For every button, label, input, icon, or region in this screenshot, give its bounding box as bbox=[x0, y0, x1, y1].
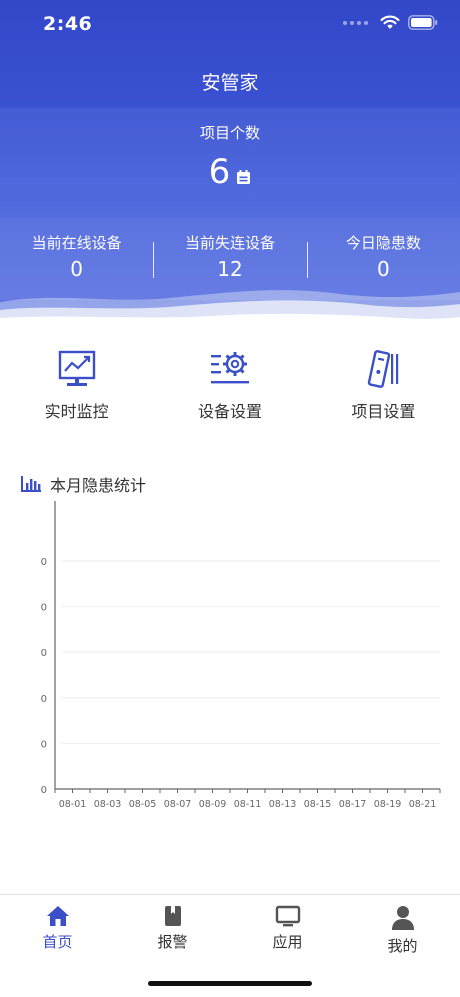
y-tick-label: 0 bbox=[41, 648, 47, 659]
x-tick-label: 08-09 bbox=[199, 799, 227, 810]
tab-label: 首页 bbox=[0, 931, 115, 952]
alarm-book-icon bbox=[161, 905, 185, 927]
x-tick-label: 08-15 bbox=[304, 799, 332, 810]
signal-dots-icon bbox=[343, 21, 368, 25]
stat-value: 12 bbox=[153, 257, 306, 281]
tab-mine[interactable]: 我的 bbox=[345, 895, 460, 997]
hazard-line-chart: 0 0 0 0 0 0 08-01 08-03 08-05 08-07 08-09 08-11 08-1… bbox=[0, 495, 460, 815]
x-tick-label: 08-13 bbox=[269, 799, 297, 810]
status-icons bbox=[343, 15, 438, 30]
x-tick-label: 08-07 bbox=[164, 799, 192, 810]
stat-today-hazards[interactable]: 今日隐患数 0 bbox=[307, 232, 460, 288]
device-settings-button[interactable]: 设备设置 bbox=[153, 350, 306, 422]
bar-chart-icon bbox=[20, 475, 42, 493]
home-icon bbox=[46, 905, 70, 927]
status-time: 2:46 bbox=[43, 13, 92, 35]
monthly-hazard-section-title: 本月隐患统计 bbox=[20, 472, 146, 496]
stat-value: 0 bbox=[0, 257, 153, 281]
header-wave bbox=[0, 284, 460, 330]
wifi-icon bbox=[380, 15, 400, 30]
monitor-icon bbox=[275, 905, 301, 927]
stat-offline-devices[interactable]: 当前失连设备 12 bbox=[153, 232, 306, 288]
y-tick-label: 0 bbox=[41, 785, 47, 796]
project-count[interactable]: 6 bbox=[0, 152, 460, 192]
quick-action-label: 设备设置 bbox=[153, 398, 306, 422]
gear-settings-icon bbox=[210, 350, 250, 388]
x-tick-label: 08-03 bbox=[94, 799, 122, 810]
device-stats: 当前在线设备 0 当前失连设备 12 今日隐患数 0 bbox=[0, 232, 460, 288]
y-tick-label: 0 bbox=[41, 694, 47, 705]
y-tick-label: 0 bbox=[41, 739, 47, 750]
monitor-chart-icon bbox=[57, 350, 97, 388]
stat-label: 当前失连设备 bbox=[153, 232, 306, 253]
tab-label: 我的 bbox=[345, 935, 460, 956]
calendar-icon bbox=[236, 170, 251, 185]
user-icon bbox=[391, 905, 415, 931]
tab-label: 报警 bbox=[115, 931, 230, 952]
x-tick-label: 08-21 bbox=[409, 799, 437, 810]
stat-label: 今日隐患数 bbox=[307, 232, 460, 253]
tab-label: 应用 bbox=[230, 931, 345, 952]
project-card-icon bbox=[363, 350, 403, 388]
x-tick-label: 08-19 bbox=[374, 799, 402, 810]
x-tick-label: 08-01 bbox=[59, 799, 87, 810]
page-title: 安管家 bbox=[0, 68, 460, 95]
tab-home[interactable]: 首页 bbox=[0, 895, 115, 997]
x-tick-label: 08-17 bbox=[339, 799, 367, 810]
stat-online-devices[interactable]: 当前在线设备 0 bbox=[0, 232, 153, 288]
section-title-text: 本月隐患统计 bbox=[50, 472, 146, 496]
y-tick-label: 0 bbox=[41, 557, 47, 568]
quick-actions: 实时监控 设备设置 bbox=[0, 350, 460, 422]
project-count-value: 6 bbox=[209, 152, 231, 192]
y-tick-label: 0 bbox=[41, 603, 47, 614]
project-count-label: 项目个数 bbox=[0, 122, 460, 143]
battery-icon bbox=[408, 15, 438, 30]
home-indicator bbox=[148, 981, 312, 986]
x-tick-label: 08-11 bbox=[234, 799, 262, 810]
stat-value: 0 bbox=[307, 257, 460, 281]
realtime-monitor-button[interactable]: 实时监控 bbox=[0, 350, 153, 422]
project-settings-button[interactable]: 项目设置 bbox=[307, 350, 460, 422]
quick-action-label: 实时监控 bbox=[0, 398, 153, 422]
quick-action-label: 项目设置 bbox=[307, 398, 460, 422]
x-tick-label: 08-05 bbox=[129, 799, 157, 810]
stat-label: 当前在线设备 bbox=[0, 232, 153, 253]
